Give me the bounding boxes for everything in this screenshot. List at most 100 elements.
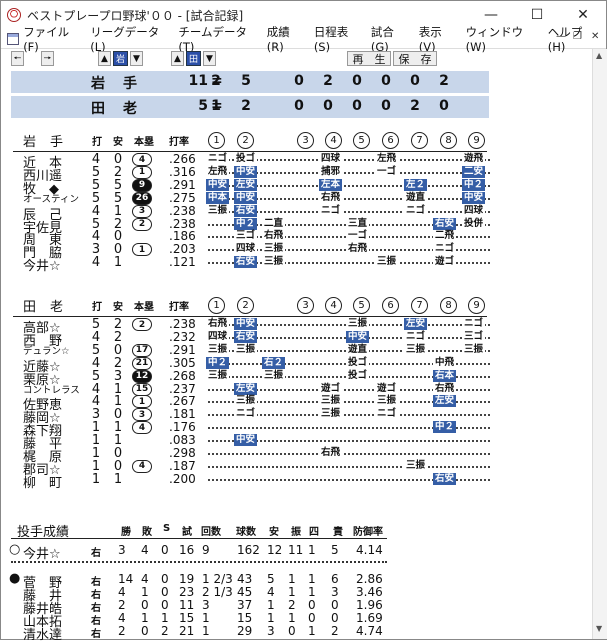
at-bat-result[interactable]: 右安 <box>433 217 457 230</box>
at-bat-result[interactable]: 二直 <box>262 217 286 230</box>
at-bat-result[interactable]: ニゴ <box>319 204 343 217</box>
at-bat-result[interactable]: ニゴ <box>206 153 230 165</box>
mdi-restore-icon[interactable]: ❐ <box>573 31 582 42</box>
at-bat-result[interactable]: 二飛 <box>433 230 457 243</box>
at-bat-result[interactable]: 三振 <box>206 204 230 217</box>
at-bat-result[interactable]: 三ゴ <box>234 230 258 243</box>
scroll-down-icon[interactable]: ▼ <box>596 624 602 633</box>
at-bat-result[interactable]: 遊飛 <box>462 153 486 165</box>
at-bat-result[interactable]: 四球 <box>234 243 258 256</box>
at-bat-result[interactable]: 中本 <box>206 191 230 204</box>
at-bat-result[interactable]: 四球 <box>462 204 486 217</box>
at-bat-result[interactable]: 右飛 <box>319 447 343 459</box>
at-bat-result[interactable]: 右飛 <box>346 243 370 256</box>
at-bat-result[interactable]: 三振 <box>375 395 399 408</box>
at-bat-result[interactable]: 三振 <box>375 256 399 269</box>
next-arrow-icon[interactable]: 🠖 <box>41 51 54 66</box>
prev-arrow-icon[interactable]: 🠔 <box>11 51 24 66</box>
at-bat-result[interactable]: 遊ゴ <box>375 382 399 395</box>
at-bat-result[interactable]: 遊ゴ <box>319 382 343 395</box>
down-arrow-icon[interactable]: ▼ <box>203 51 216 66</box>
at-bat-result[interactable]: 左安 <box>433 395 457 408</box>
menu-item[interactable]: ヘルプ(H) <box>548 24 596 54</box>
menu-item[interactable]: 表示(V) <box>419 24 456 54</box>
menu-item[interactable]: 試合(G) <box>371 24 409 54</box>
menu-item[interactable]: 成績(R) <box>267 24 304 54</box>
at-bat-result[interactable]: 中安 <box>462 191 486 204</box>
menu-item[interactable]: リーグデータ(L) <box>90 24 168 54</box>
menu-item[interactable]: チームデータ(T) <box>178 24 256 54</box>
player-name[interactable]: 今井☆ <box>23 255 87 274</box>
at-bat-result[interactable]: 三振 <box>404 459 428 472</box>
player-name[interactable]: 柳 町 <box>23 472 87 491</box>
pitcher-name[interactable]: 清水達 <box>23 624 87 643</box>
at-bat-result[interactable]: 中２ <box>462 178 486 191</box>
at-bat-result[interactable]: 左２ <box>404 178 428 191</box>
at-bat-result[interactable]: 左安 <box>234 178 258 191</box>
at-bat-result[interactable]: 右安 <box>234 204 258 217</box>
at-bat-result[interactable]: 投ゴ <box>346 369 370 382</box>
at-bat-result[interactable]: 左飛 <box>206 165 230 178</box>
at-bat-result[interactable]: 三振 <box>262 243 286 256</box>
at-bat-result[interactable]: 中安 <box>234 191 258 204</box>
menu-item[interactable]: ファイル(F) <box>23 24 80 54</box>
at-bat-result[interactable]: 中安 <box>234 318 258 330</box>
at-bat-result[interactable]: 三振 <box>404 343 428 356</box>
menu-item[interactable]: ウィンドウ(W) <box>466 24 538 54</box>
at-bat-result[interactable]: 遊ゴ <box>433 256 457 269</box>
at-bat-result[interactable]: 三振 <box>262 256 286 269</box>
at-bat-result[interactable]: 投ゴ <box>346 356 370 369</box>
vertical-scrollbar[interactable]: ▲ ▼ <box>592 49 607 639</box>
up-arrow-icon[interactable]: ▲ <box>98 51 111 66</box>
team1-toggle[interactable]: 岩 <box>113 51 128 66</box>
at-bat-result[interactable]: 中安 <box>346 330 370 343</box>
at-bat-result[interactable]: ニゴ <box>462 318 486 330</box>
at-bat-result[interactable]: 右安 <box>433 472 457 485</box>
player-name[interactable]: コントレラス <box>23 382 87 396</box>
at-bat-result[interactable]: 四球 <box>319 153 343 165</box>
mdi-minimize-icon[interactable]: — <box>556 31 566 42</box>
at-bat-result[interactable]: 右２ <box>262 356 286 369</box>
at-bat-result[interactable]: 一ゴ <box>346 230 370 243</box>
at-bat-result[interactable]: 三直 <box>346 217 370 230</box>
at-bat-result[interactable]: 三ゴ <box>462 330 486 343</box>
at-bat-result[interactable]: 三振 <box>346 318 370 330</box>
at-bat-result[interactable]: 三振 <box>319 395 343 408</box>
play-button[interactable]: 再 生 <box>347 51 391 66</box>
at-bat-result[interactable]: 中２ <box>206 356 230 369</box>
at-bat-result[interactable]: 右飛 <box>433 382 457 395</box>
at-bat-result[interactable]: 三振 <box>234 343 258 356</box>
at-bat-result[interactable]: 左安 <box>404 318 428 330</box>
scroll-up-icon[interactable]: ▲ <box>596 51 602 60</box>
at-bat-result[interactable]: 中飛 <box>433 356 457 369</box>
at-bat-result[interactable]: 右安 <box>234 256 258 269</box>
at-bat-result[interactable]: 中２ <box>234 217 258 230</box>
pitcher-name[interactable]: 今井☆ <box>23 543 87 562</box>
at-bat-result[interactable]: 中安 <box>234 434 258 447</box>
at-bat-result[interactable]: 二安 <box>462 165 486 178</box>
at-bat-result[interactable]: ニゴ <box>375 408 399 421</box>
at-bat-result[interactable]: 投ゴ <box>234 153 258 165</box>
player-name[interactable]: デュラン☆ <box>23 343 87 357</box>
at-bat-result[interactable]: 中２ <box>433 421 457 434</box>
document-icon[interactable] <box>7 32 20 45</box>
at-bat-result[interactable]: 一ゴ <box>375 165 399 178</box>
at-bat-result[interactable]: 右飛 <box>262 230 286 243</box>
down-arrow-icon[interactable]: ▼ <box>130 51 143 66</box>
at-bat-result[interactable]: 右安 <box>234 330 258 343</box>
save-button[interactable]: 保 存 <box>393 51 437 66</box>
up-arrow-icon[interactable]: ▲ <box>171 51 184 66</box>
at-bat-result[interactable]: 中安 <box>234 165 258 178</box>
at-bat-result[interactable]: 三振 <box>262 369 286 382</box>
at-bat-result[interactable]: 遊直 <box>346 343 370 356</box>
at-bat-result[interactable]: 左本 <box>319 178 343 191</box>
at-bat-result[interactable]: 捕邪 <box>319 165 343 178</box>
at-bat-result[interactable]: 右本 <box>433 369 457 382</box>
at-bat-result[interactable]: 中安 <box>206 178 230 191</box>
at-bat-result[interactable]: ニゴ <box>433 243 457 256</box>
at-bat-result[interactable]: 遊直 <box>404 191 428 204</box>
at-bat-result[interactable]: 左飛 <box>375 153 399 165</box>
at-bat-result[interactable]: ニゴ <box>234 408 258 421</box>
at-bat-result[interactable]: 右飛 <box>319 191 343 204</box>
player-name[interactable]: オースティン <box>23 191 87 205</box>
